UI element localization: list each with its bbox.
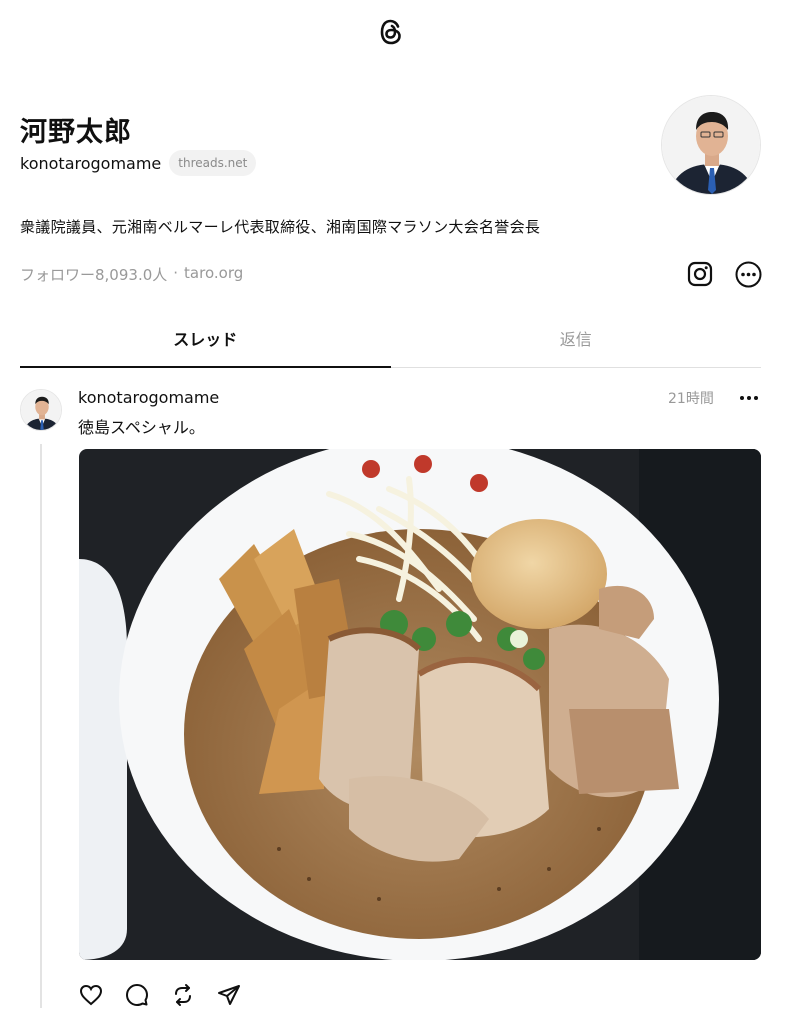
domain-chip[interactable]: threads.net <box>169 150 257 176</box>
post-text: 徳島スペシャル。 <box>78 418 205 437</box>
profile-link[interactable]: taro.org <box>184 264 243 285</box>
tab-replies[interactable]: 返信 <box>391 316 762 367</box>
repost-icon[interactable] <box>170 982 196 1008</box>
profile-tabs: スレッド 返信 <box>20 316 761 368</box>
post-timestamp[interactable]: 21時間 <box>668 388 714 408</box>
post-avatar[interactable] <box>20 389 62 431</box>
comment-icon[interactable] <box>124 982 150 1008</box>
threads-logo-icon[interactable] <box>376 16 406 48</box>
ramen-bowl-photo[interactable] <box>79 449 761 960</box>
profile-avatar[interactable] <box>661 95 761 195</box>
share-send-icon[interactable] <box>216 982 242 1008</box>
more-options-icon[interactable] <box>734 260 762 288</box>
profile-handle: konotarogomame <box>20 153 162 173</box>
profile-meta: フォロワー8,093.0人 · taro.org <box>20 264 243 285</box>
meta-separator: · <box>173 264 179 282</box>
like-heart-icon[interactable] <box>78 982 104 1008</box>
profile-bio: 衆議院議員、元湘南ベルマーレ代表取締役、湘南国際マラソン大会名誉会長 <box>20 218 541 236</box>
handle-row: konotarogomame threads.net <box>20 150 257 176</box>
profile-name: 河野太郎 <box>20 117 132 148</box>
post-username[interactable]: konotarogomame <box>78 388 219 407</box>
followers-count[interactable]: フォロワー8,093.0人 <box>20 264 167 285</box>
post-more-icon[interactable] <box>736 388 762 408</box>
post-actions <box>78 982 242 1008</box>
tab-threads[interactable]: スレッド <box>20 316 391 368</box>
instagram-icon[interactable] <box>686 260 714 288</box>
thread-line <box>40 444 42 1008</box>
